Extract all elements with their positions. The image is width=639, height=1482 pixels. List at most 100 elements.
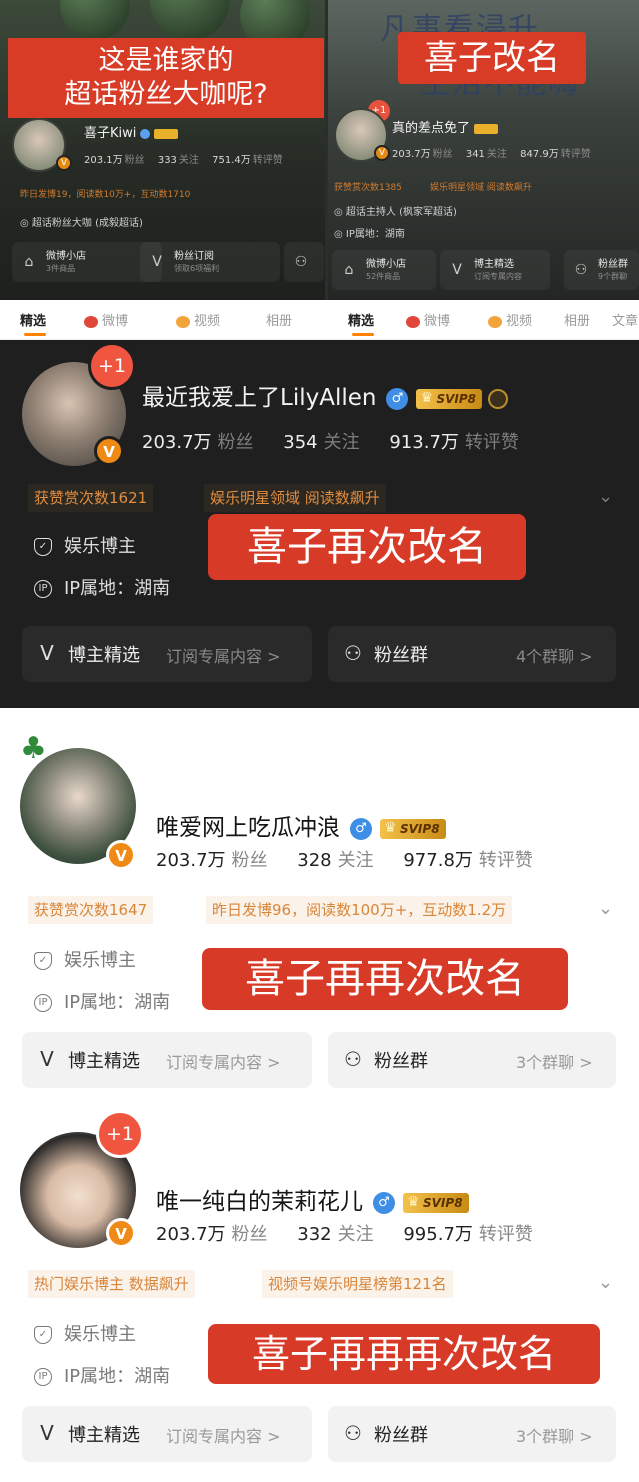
ip-location: ◎ IP属地：湖南: [334, 229, 405, 240]
tip-chip: 获赞赏次数1647: [28, 896, 154, 924]
svip-badge: SVIP8: [403, 1192, 469, 1213]
shield-icon: ✓: [34, 1326, 52, 1344]
balloon-decoration: [150, 0, 230, 40]
ip-location: IP IP属地：湖南: [34, 1362, 170, 1388]
followers-count[interactable]: 203.7万: [156, 850, 226, 871]
v-plus-icon: V: [40, 641, 54, 665]
blogger-picks-card[interactable]: V 博主精选 订阅专属内容: [440, 250, 550, 290]
caption-banner: 喜子再再次改名: [202, 948, 568, 1010]
tab-weibo[interactable]: 微博: [406, 310, 450, 329]
group-icon: ⚇: [344, 1421, 362, 1445]
group-icon: ⚇: [294, 254, 308, 270]
blogger-picks-card[interactable]: V 博主精选 订阅专属内容 >: [22, 1406, 312, 1462]
activity-chip: 昨日发博96，阅读数100万+，互动数1.2万: [206, 896, 513, 924]
ip-icon: IP: [34, 1368, 52, 1386]
ip-icon: IP: [34, 994, 52, 1012]
chevron-down-icon[interactable]: ⌄: [598, 486, 613, 507]
profile-card-jasmine: +1 V 唯一纯白的茉莉花儿♂SVIP8 203.7万粉丝 332关注 995.…: [0, 1106, 639, 1482]
verified-icon: [140, 128, 151, 139]
following-count[interactable]: 328: [297, 850, 331, 871]
shield-icon: ◎: [20, 218, 32, 229]
shop-icon: ⌂: [24, 254, 34, 270]
v-badge-icon: V: [56, 155, 72, 171]
caption-banner: 喜子再次改名: [208, 514, 526, 580]
profile-stats: 203.1万 粉丝 333 关注 751.4万 转评赞: [84, 155, 283, 166]
group-icon: ⚇: [344, 1047, 362, 1071]
caption-line: 这是谁家的: [98, 45, 234, 76]
tab-weibo[interactable]: 微博: [84, 310, 128, 329]
ip-location: IP IP属地：湖南: [34, 574, 170, 600]
shield-icon: ◎: [334, 207, 346, 218]
fans-group-card[interactable]: ⚇ 粉丝群 3个群聊 >: [328, 1406, 616, 1462]
profile-stats: 203.7万 粉丝 354 关注 913.7万 转评赞: [142, 432, 519, 453]
medal-icon: [488, 388, 508, 409]
username: 最近我爱上了LilyAllen♂SVIP8: [142, 378, 508, 412]
balloon-decoration: [60, 0, 130, 40]
blogger-picks-card[interactable]: V 博主精选 订阅专属内容 >: [22, 626, 312, 682]
ranking-chip: 视频号娱乐明星榜第121名: [262, 1270, 453, 1298]
tab-articles[interactable]: 文章: [612, 310, 638, 329]
chevron-down-icon[interactable]: ⌄: [598, 1272, 613, 1293]
tip-chip: 获赞赏次数1621: [28, 484, 154, 512]
shop-card[interactable]: ⌂ 微博小店 52件商品: [332, 250, 436, 290]
v-plus-icon: V: [452, 262, 462, 278]
ip-icon: ◎: [334, 229, 346, 240]
fans-group-card[interactable]: ⚇ 粉丝群 4个群聊 >: [328, 626, 616, 682]
role-line: ✓ 娱乐博主: [34, 946, 136, 972]
following-count[interactable]: 354: [283, 432, 317, 453]
username: 唯一纯白的茉莉花儿♂SVIP8: [156, 1182, 469, 1216]
activity-chip: 昨日发博19，阅读数10万+，互动数1710: [20, 190, 191, 200]
group-icon: ⚇: [574, 262, 588, 278]
tab-album[interactable]: 相册: [266, 310, 292, 329]
tab-underline: [352, 333, 374, 336]
caption-banner: 喜子改名: [398, 32, 586, 84]
shop-icon: ⌂: [344, 262, 354, 278]
verified-icon: ♂: [373, 1191, 395, 1214]
chevron-down-icon[interactable]: ⌄: [598, 898, 613, 919]
tab-featured[interactable]: 精选: [20, 310, 46, 329]
svip-badge: SVIP8: [416, 388, 482, 409]
tab-video[interactable]: 视频: [176, 310, 220, 329]
shield-icon: ✓: [34, 952, 52, 970]
verified-icon: ♂: [350, 817, 372, 840]
svip-badge: SVIP8: [380, 818, 446, 839]
hot-blogger-chip: 热门娱乐博主 数据飙升: [28, 1270, 195, 1298]
weibo-icon: [84, 315, 98, 328]
profile-card-eating-melons: ♣ V 唯爱网上吃瓜冲浪♂SVIP8 203.7万粉丝 328关注 977.8万…: [0, 720, 639, 1098]
caption-line: 超话粉丝大咖呢?: [64, 79, 268, 110]
username: 真的差点免了: [392, 117, 499, 136]
caption-banner: 喜子再再再次改名: [208, 1324, 600, 1384]
interactions-count: 913.7万: [389, 432, 459, 453]
profile-tabs: 精选 微博 视频 相册 精选 微博 视频 相册 文章: [0, 300, 639, 340]
tab-album[interactable]: 相册: [564, 310, 590, 329]
vip-badge: [474, 123, 499, 134]
video-icon: [176, 315, 190, 328]
role-line: ◎ 超话主持人 (枫家军超话): [334, 207, 457, 218]
followers-count[interactable]: 203.7万: [142, 432, 212, 453]
video-icon: [488, 315, 502, 328]
tab-video[interactable]: 视频: [488, 310, 532, 329]
vip-badge: [154, 128, 179, 139]
profile-screenshot-renamed: 凡事看浸升 生活不能嗨 +1 V 真的差点免了 203.7万粉丝 341关注 8…: [328, 0, 639, 300]
followers-count[interactable]: 203.7万: [156, 1224, 226, 1245]
plus-one-badge: +1: [96, 1110, 144, 1158]
blogger-picks-card[interactable]: V 博主精选 订阅专属内容 >: [22, 1032, 312, 1088]
field-chip: 娱乐明星领域 阅读数飙升: [430, 183, 532, 193]
fans-group-card[interactable]: ⚇ 粉丝群 3个群聊 >: [328, 1032, 616, 1088]
group-icon: ⚇: [344, 641, 362, 665]
v-plus-icon: V: [40, 1421, 54, 1445]
role-line: ✓ 娱乐博主: [34, 1320, 136, 1346]
ip-location: IP IP属地：湖南: [34, 988, 170, 1014]
verified-icon: ♂: [386, 387, 409, 410]
tab-featured[interactable]: 精选: [348, 310, 374, 329]
ip-icon: IP: [34, 580, 52, 598]
interactions-count: 995.7万: [403, 1224, 473, 1245]
field-chip: 娱乐明星领域 阅读数飙升: [204, 484, 386, 512]
role-line: ◎ 超话粉丝大咖 (成毅超话): [20, 218, 143, 229]
profile-stats: 203.7万 粉丝 328 关注 977.8万 转评赞: [156, 850, 533, 871]
fan-subscription-card[interactable]: V 粉丝订阅 领取6项福利: [140, 242, 280, 282]
following-count[interactable]: 332: [297, 1224, 331, 1245]
v-plus-icon: V: [40, 1047, 54, 1071]
fans-group-card[interactable]: ⚇: [284, 242, 324, 282]
fans-group-card[interactable]: ⚇ 粉丝群 9个群聊: [564, 250, 639, 290]
